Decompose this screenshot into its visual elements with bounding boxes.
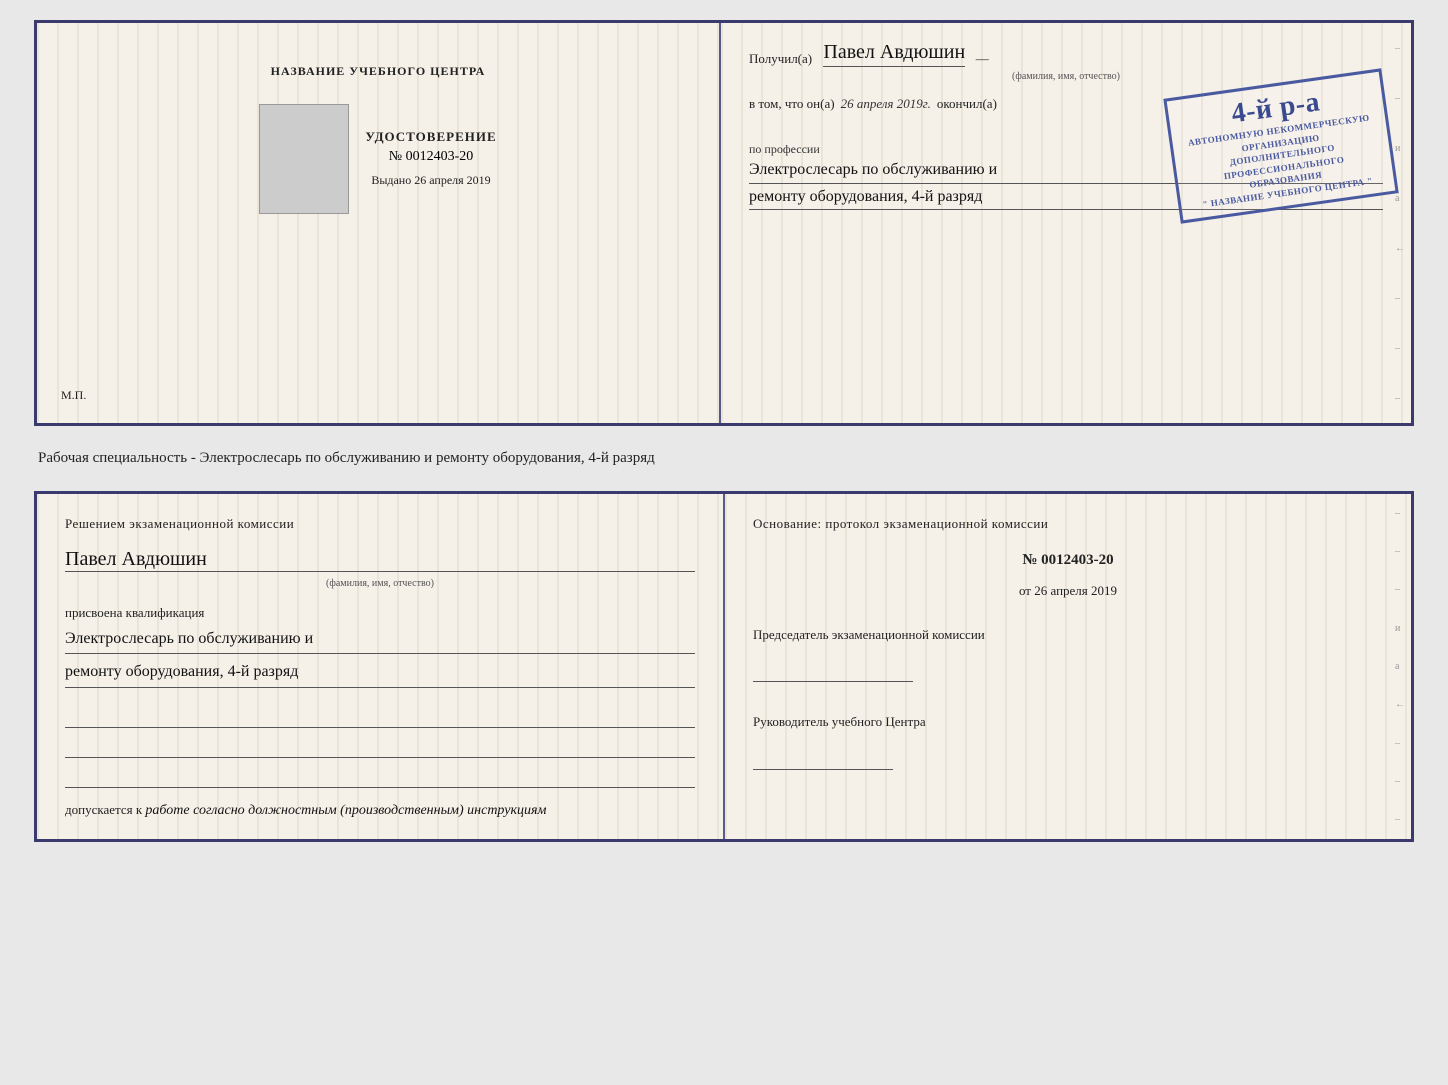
bottom-document: Решением экзаменационной комиссии Павел … bbox=[34, 491, 1414, 842]
poluchil-label: Получил(а) bbox=[749, 51, 812, 67]
sig-line-1 bbox=[65, 704, 695, 728]
protocol-number: № 0012403-20 bbox=[753, 552, 1383, 569]
bottom-recipient-name: Павел Авдюшин bbox=[65, 548, 695, 572]
vydano-label: Выдано bbox=[371, 173, 411, 187]
side-dashes-top: – – и а ← – – – bbox=[1395, 23, 1405, 423]
vtom-date: 26 апреля 2019г. bbox=[841, 96, 931, 112]
poluchil-block: Получил(а) Павел Авдюшин — (фамилия, имя… bbox=[749, 41, 1383, 82]
photo-placeholder bbox=[259, 104, 349, 214]
okonchil-label: окончил(а) bbox=[937, 96, 997, 112]
prisvoena-label: присвоена квалификация bbox=[65, 605, 695, 621]
resheniem-title: Решением экзаменационной комиссии bbox=[65, 514, 695, 534]
top-document: НАЗВАНИЕ УЧЕБНОГО ЦЕНТРА УДОСТОВЕРЕНИЕ №… bbox=[34, 20, 1414, 426]
rukovoditel-block: Руководитель учебного Центра bbox=[753, 712, 1383, 770]
top-doc-left: НАЗВАНИЕ УЧЕБНОГО ЦЕНТРА УДОСТОВЕРЕНИЕ №… bbox=[37, 23, 721, 423]
udostoverenie-title: УДОСТОВЕРЕНИЕ bbox=[365, 129, 496, 145]
dopuskaetsya-prefix: допускается к bbox=[65, 802, 142, 817]
dopuskaetsya-block: допускается к работе согласно должностны… bbox=[65, 802, 695, 819]
qualification-line1: Электрослесарь по обслуживанию и bbox=[65, 625, 695, 655]
predsedatel-sig-line bbox=[753, 654, 913, 682]
recipient-name: Павел Авдюшин bbox=[823, 41, 965, 67]
sig-line-3 bbox=[65, 764, 695, 788]
vtom-prefix: в том, что он(а) bbox=[749, 96, 835, 112]
udostoverenie-number: № 0012403-20 bbox=[365, 149, 496, 165]
mp-label: М.П. bbox=[61, 388, 86, 403]
predsedatel-block: Председатель экзаменационной комиссии bbox=[753, 625, 1383, 683]
ot-date: от 26 апреля 2019 bbox=[753, 583, 1383, 599]
vydano-line: Выдано 26 апреля 2019 bbox=[365, 173, 496, 188]
qualification-line2: ремонту оборудования, 4-й разряд bbox=[65, 658, 695, 688]
rukovoditel-label: Руководитель учебного Центра bbox=[753, 712, 1383, 732]
bottom-doc-left: Решением экзаменационной комиссии Павел … bbox=[37, 494, 725, 839]
bottom-name-hint: (фамилия, имя, отчество) bbox=[65, 578, 695, 589]
description-line: Рабочая специальность - Электрослесарь п… bbox=[34, 442, 1414, 475]
sig-line-2 bbox=[65, 734, 695, 758]
bottom-name-block: Павел Авдюшин (фамилия, имя, отчество) bbox=[65, 542, 695, 589]
id-card-section: УДОСТОВЕРЕНИЕ № 0012403-20 Выдано 26 апр… bbox=[61, 104, 695, 214]
ot-label: от bbox=[1019, 583, 1031, 598]
dopuskaetsya-text: работе согласно должностным (производств… bbox=[145, 803, 546, 818]
osnovanie-label: Основание: протокол экзаменационной коми… bbox=[753, 514, 1383, 534]
rukovoditel-sig-line bbox=[753, 742, 893, 770]
poluchil-line: Получил(а) Павел Авдюшин — bbox=[749, 41, 1383, 67]
ot-date-value: 26 апреля 2019 bbox=[1034, 583, 1117, 598]
signature-lines bbox=[65, 704, 695, 788]
bottom-doc-right: Основание: протокол экзаменационной коми… bbox=[725, 494, 1411, 839]
vydano-date: 26 апреля 2019 bbox=[414, 173, 490, 187]
top-doc-right: Получил(а) Павел Авдюшин — (фамилия, имя… bbox=[721, 23, 1411, 423]
predsedatel-label: Председатель экзаменационной комиссии bbox=[753, 625, 1383, 645]
top-left-title: НАЗВАНИЕ УЧЕБНОГО ЦЕНТРА bbox=[271, 63, 486, 80]
side-dashes-bottom: – – – и а ← – – – bbox=[1395, 494, 1405, 839]
udostoverenie-block: УДОСТОВЕРЕНИЕ № 0012403-20 Выдано 26 апр… bbox=[365, 129, 496, 188]
